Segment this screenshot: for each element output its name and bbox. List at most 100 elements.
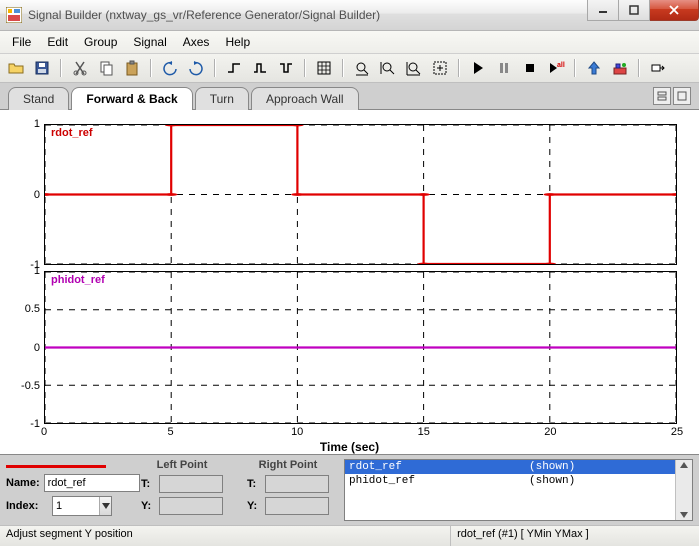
toolbar-separator [454, 57, 464, 79]
axes-rdot-ref[interactable]: -101 rdot_ref [44, 124, 677, 265]
list-scrollbar[interactable] [675, 460, 692, 520]
signal-list-name: rdot_ref [349, 461, 529, 473]
left-t-input[interactable] [159, 475, 223, 493]
name-input[interactable] [44, 474, 140, 492]
open-icon[interactable] [4, 56, 28, 80]
tab-approach-wall[interactable]: Approach Wall [251, 87, 359, 110]
x-tick-label: 25 [671, 426, 683, 438]
y-tick-label: 1 [10, 118, 40, 130]
right-t-input[interactable] [265, 475, 329, 493]
toolbar-separator [210, 57, 220, 79]
cut-icon[interactable] [68, 56, 92, 80]
window-buttons [587, 0, 699, 20]
signal-list[interactable]: rdot_ref (shown) phidot_ref (shown) [344, 459, 693, 521]
menu-file[interactable]: File [4, 33, 39, 51]
x-tick-label: 15 [418, 426, 430, 438]
right-y-label: Y: [247, 500, 261, 512]
toolbar-separator [56, 57, 66, 79]
signal-label-rdot: rdot_ref [51, 127, 93, 139]
status-left: Adjust segment Y position [0, 526, 451, 546]
toolbar-separator [300, 57, 310, 79]
signal-color-swatch [6, 465, 106, 468]
y-tick-label: 0 [10, 342, 40, 354]
scroll-up-icon[interactable] [680, 462, 688, 468]
signal-label-phidot: phidot_ref [51, 274, 105, 286]
tab-forward-back[interactable]: Forward & Back [71, 87, 192, 110]
constant-signal-icon[interactable] [274, 56, 298, 80]
x-tick-label: 5 [168, 426, 174, 438]
toolbar-separator [146, 57, 156, 79]
menu-group[interactable]: Group [76, 33, 125, 51]
menu-help[interactable]: Help [217, 33, 258, 51]
maximize-button[interactable] [619, 0, 650, 21]
toolbar-separator [338, 57, 348, 79]
y-tick-label: 1 [10, 265, 40, 277]
tile-single-icon[interactable] [673, 87, 691, 105]
index-label: Index: [6, 500, 48, 512]
left-y-label: Y: [141, 500, 155, 512]
app-icon [6, 7, 22, 23]
signal-list-vis: (shown) [529, 461, 575, 473]
x-tick-label: 10 [291, 426, 303, 438]
right-t-label: T: [247, 478, 261, 490]
toolbar-separator [570, 57, 580, 79]
go-up-icon[interactable] [582, 56, 606, 80]
x-tick-label: 20 [544, 426, 556, 438]
tab-turn[interactable]: Turn [195, 87, 249, 110]
copy-icon[interactable] [94, 56, 118, 80]
step-signal-icon[interactable] [222, 56, 246, 80]
close-button[interactable] [650, 0, 699, 21]
signal-list-row[interactable]: phidot_ref (shown) [345, 474, 692, 488]
signal-list-row[interactable]: rdot_ref (shown) [345, 460, 692, 474]
status-bar: Adjust segment Y position rdot_ref (#1) … [0, 525, 699, 546]
index-combo[interactable] [52, 496, 112, 516]
stop-icon[interactable] [518, 56, 542, 80]
menu-edit[interactable]: Edit [39, 33, 76, 51]
axes-phidot-ref[interactable]: -1-0.500.51 phidot_ref [44, 271, 677, 424]
menu-axes[interactable]: Axes [175, 33, 218, 51]
right-y-input[interactable] [265, 497, 329, 515]
chevron-down-icon[interactable] [99, 497, 111, 515]
zoom-xy-icon[interactable] [402, 56, 426, 80]
signal-builder-window: Signal Builder (nxtway_gs_vr/Reference G… [0, 0, 699, 546]
plot-area: -101 rdot_ref -1-0.500.51 phidot_ref 051… [0, 110, 699, 454]
left-y-input[interactable] [159, 497, 223, 515]
scroll-down-icon[interactable] [680, 512, 688, 518]
pause-icon[interactable] [492, 56, 516, 80]
x-axis-label: Time (sec) [0, 440, 699, 454]
minimize-button[interactable] [587, 0, 619, 21]
y-tick-label: 0.5 [10, 303, 40, 315]
zoom-x-icon[interactable] [350, 56, 374, 80]
pulse-signal-icon[interactable] [248, 56, 272, 80]
play-icon[interactable] [466, 56, 490, 80]
zoom-fit-icon[interactable] [428, 56, 452, 80]
tab-stand[interactable]: Stand [8, 87, 69, 110]
y-tick-label: -0.5 [10, 380, 40, 392]
signal-list-name: phidot_ref [349, 475, 529, 487]
menu-signal[interactable]: Signal [125, 33, 174, 51]
save-icon[interactable] [30, 56, 54, 80]
right-point-label: Right Point [259, 459, 318, 471]
y-tick-label: -1 [10, 418, 40, 430]
redo-icon[interactable] [184, 56, 208, 80]
run-all-icon[interactable]: all [544, 56, 568, 80]
undo-icon[interactable] [158, 56, 182, 80]
tile-horizontal-icon[interactable] [653, 87, 671, 105]
svg-text:all: all [557, 62, 565, 69]
paste-icon[interactable] [120, 56, 144, 80]
x-tick-label: 0 [41, 426, 47, 438]
export-icon[interactable] [608, 56, 632, 80]
bottom-panel: Name: Index: Left Point T: Y: Right Poin… [0, 454, 699, 525]
y-tick-label: 0 [10, 189, 40, 201]
name-label: Name: [6, 477, 40, 489]
toolbar-separator [634, 57, 644, 79]
group-tabs: Stand Forward & Back Turn Approach Wall [0, 83, 699, 110]
zoom-y-icon[interactable] [376, 56, 400, 80]
index-input[interactable] [53, 500, 99, 512]
left-point-label: Left Point [157, 459, 208, 471]
output-icon[interactable] [646, 56, 670, 80]
window-title: Signal Builder (nxtway_gs_vr/Reference G… [28, 8, 587, 22]
titlebar: Signal Builder (nxtway_gs_vr/Reference G… [0, 0, 699, 31]
grid-icon[interactable] [312, 56, 336, 80]
menubar: File Edit Group Signal Axes Help [0, 31, 699, 54]
